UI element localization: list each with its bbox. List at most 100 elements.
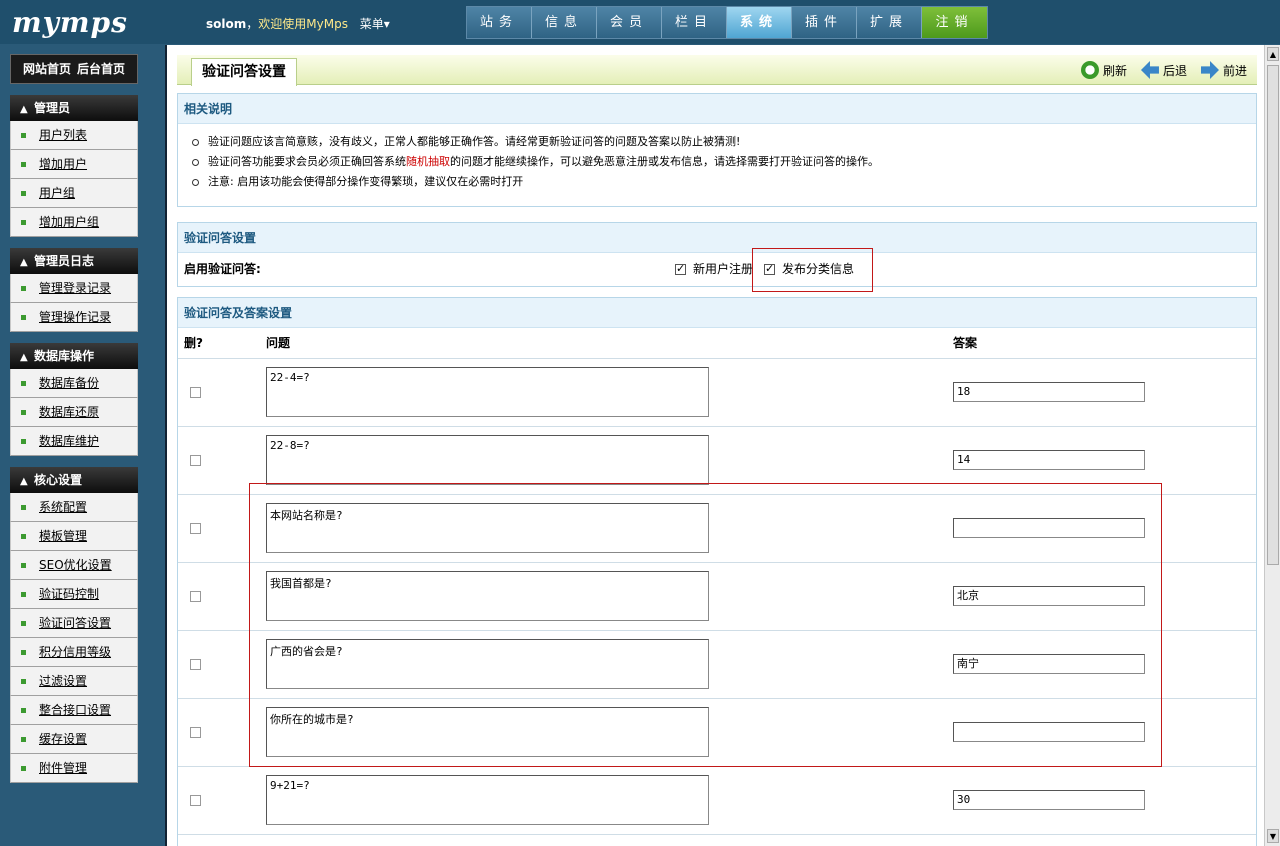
scroll-down-icon[interactable]: ▼ xyxy=(1267,829,1279,843)
refresh-icon xyxy=(1080,61,1099,79)
note-item: 验证问答功能要求会员必须正确回答系统随机抽取的问题才能继续操作，可以避免恶意注册… xyxy=(192,152,1256,172)
chevron-up-icon: ▲ xyxy=(20,352,28,363)
sidebar-item-captcha[interactable]: 验证码控制 xyxy=(10,580,138,609)
tab-logout[interactable]: 注销 xyxy=(922,7,987,38)
answer-input[interactable]: 南宁 xyxy=(953,654,1145,674)
sidebar-group-title[interactable]: ▲ 数据库操作 xyxy=(10,343,138,369)
scroll-thumb[interactable] xyxy=(1267,65,1279,565)
bullet-icon xyxy=(21,737,26,742)
sidebar-group-title[interactable]: ▲ 管理员 xyxy=(10,95,138,121)
delete-checkbox[interactable] xyxy=(190,659,201,670)
sidebar-item-template[interactable]: 模板管理 xyxy=(10,522,138,551)
sidebar-item-attachment[interactable]: 附件管理 xyxy=(10,754,138,783)
question-textarea[interactable]: 22-4=? xyxy=(266,367,709,417)
sidebar-item-operation-log[interactable]: 管理操作记录 xyxy=(10,303,138,332)
sidebar-item-user-list[interactable]: 用户列表 xyxy=(10,121,138,150)
register-checkbox[interactable] xyxy=(675,261,686,277)
back-button[interactable]: 后退 xyxy=(1140,61,1187,79)
tab-system[interactable]: 系统 xyxy=(727,7,792,38)
note-item: 注意: 启用该功能会使得部分操作变得繁琐，建议仅在必需时打开 xyxy=(192,172,1256,192)
scroll-up-icon[interactable]: ▲ xyxy=(1267,47,1279,61)
enable-qa-row: 启用验证问答: 新用户注册 发布分类信息 xyxy=(178,253,1256,285)
sidebar-group-core: ▲ 核心设置 系统配置 模板管理 SEO优化设置 验证码控制 验证问答设置 积分信… xyxy=(10,467,138,783)
answer-input[interactable]: 18 xyxy=(953,382,1145,402)
tab-station[interactable]: 站务 xyxy=(467,7,532,38)
col-question: 问题 xyxy=(266,336,291,350)
welcome-text: 欢迎使用MyMps xyxy=(258,17,348,31)
delete-checkbox[interactable] xyxy=(190,523,201,534)
bullet-icon xyxy=(21,191,26,196)
sidebar-item-db-maintain[interactable]: 数据库维护 xyxy=(10,427,138,456)
table-row: 广西的省会是? 南宁 xyxy=(178,631,1256,699)
sidebar-group-admin: ▲ 管理员 用户列表 增加用户 用户组 增加用户组 xyxy=(10,95,138,237)
arrow-right-icon xyxy=(1200,61,1219,79)
sidebar-item-cache[interactable]: 缓存设置 xyxy=(10,725,138,754)
sidebar-item-credit-level[interactable]: 积分信用等级 xyxy=(10,638,138,667)
delete-checkbox[interactable] xyxy=(190,591,201,602)
sidebar-item-qa-settings[interactable]: 验证问答设置 xyxy=(10,609,138,638)
question-textarea[interactable]: 你所在的城市是? xyxy=(266,707,709,757)
main-panel: 验证问答设置 刷新 后退 前进 相关说明 验证问题应该言简意赅，没有歧义，正常人… xyxy=(165,45,1264,846)
bullet-icon xyxy=(21,381,26,386)
sidebar-item-add-user[interactable]: 增加用户 xyxy=(10,150,138,179)
sidebar-group-title[interactable]: ▲ 核心设置 xyxy=(10,467,138,493)
site-home-link[interactable]: 网站首页 xyxy=(23,62,71,76)
answer-input[interactable]: 30 xyxy=(953,790,1145,810)
chevron-up-icon: ▲ xyxy=(20,257,28,268)
header-actions: 刷新 后退 前进 xyxy=(1080,61,1247,79)
delete-checkbox[interactable] xyxy=(190,387,201,398)
tab-extend[interactable]: 扩展 xyxy=(857,7,922,38)
logo: mymps xyxy=(12,6,128,39)
post-info-checkbox[interactable] xyxy=(764,261,775,277)
question-textarea[interactable]: 本网站名称是? xyxy=(266,503,709,553)
sidebar-item-login-log[interactable]: 管理登录记录 xyxy=(10,274,138,303)
sidebar-item-integration[interactable]: 整合接口设置 xyxy=(10,696,138,725)
answer-input[interactable]: 北京 xyxy=(953,586,1145,606)
tab-info[interactable]: 信息 xyxy=(532,7,597,38)
question-textarea[interactable]: 广西的省会是? xyxy=(266,639,709,689)
page-title: 验证问答设置 xyxy=(191,58,297,86)
sidebar-item-add-user-group[interactable]: 增加用户组 xyxy=(10,208,138,237)
chevron-up-icon: ▲ xyxy=(20,476,28,487)
sidebar-item-db-restore[interactable]: 数据库还原 xyxy=(10,398,138,427)
sidebar-item-filter[interactable]: 过滤设置 xyxy=(10,667,138,696)
sidebar-item-system-config[interactable]: 系统配置 xyxy=(10,493,138,522)
main-nav-tabs: 站务 信息 会员 栏目 系统 插件 扩展 注销 xyxy=(466,6,988,39)
bullet-icon xyxy=(21,534,26,539)
vertical-scrollbar[interactable]: ▲ ▼ xyxy=(1264,45,1280,846)
menu-dropdown[interactable]: 菜单▾ xyxy=(360,17,390,31)
question-textarea[interactable]: 我国首都是? xyxy=(266,571,709,621)
bullet-icon xyxy=(21,315,26,320)
admin-home-link[interactable]: 后台首页 xyxy=(77,62,125,76)
option-post-info[interactable]: 发布分类信息 xyxy=(764,253,854,285)
bullet-icon xyxy=(21,708,26,713)
tab-plugin[interactable]: 插件 xyxy=(792,7,857,38)
delete-checkbox[interactable] xyxy=(190,727,201,738)
table-row: 我国首都是? 北京 xyxy=(178,563,1256,631)
question-textarea[interactable]: 22-8=? xyxy=(266,435,709,485)
notes-title: 相关说明 xyxy=(178,94,1256,124)
tab-member[interactable]: 会员 xyxy=(597,7,662,38)
answer-input[interactable] xyxy=(953,518,1145,538)
notes-box: 相关说明 验证问题应该言简意赅，没有歧义，正常人都能够正确作答。请经常更新验证问… xyxy=(177,93,1257,207)
circle-bullet-icon xyxy=(192,178,199,186)
delete-checkbox[interactable] xyxy=(190,455,201,466)
sidebar-group-title[interactable]: ▲ 管理员日志 xyxy=(10,248,138,274)
sidebar-item-db-backup[interactable]: 数据库备份 xyxy=(10,369,138,398)
forward-button[interactable]: 前进 xyxy=(1200,61,1247,79)
table-row: 22-8=? 14 xyxy=(178,427,1256,495)
sidebar-group-admin-log: ▲ 管理员日志 管理登录记录 管理操作记录 xyxy=(10,248,138,332)
answer-input[interactable] xyxy=(953,722,1145,742)
top-bar: mymps solom，欢迎使用MyMps 菜单▾ 站务 信息 会员 栏目 系统… xyxy=(0,0,1280,44)
answer-input[interactable]: 14 xyxy=(953,450,1145,470)
tab-column[interactable]: 栏目 xyxy=(662,7,727,38)
sidebar-item-user-group[interactable]: 用户组 xyxy=(10,179,138,208)
table-row: 22-4=? 18 xyxy=(178,359,1256,427)
delete-checkbox[interactable] xyxy=(190,795,201,806)
refresh-button[interactable]: 刷新 xyxy=(1080,61,1127,79)
bullet-icon xyxy=(21,410,26,415)
question-textarea[interactable]: 9+21=? xyxy=(266,775,709,825)
sidebar-item-seo[interactable]: SEO优化设置 xyxy=(10,551,138,580)
enable-qa-label: 启用验证问答: xyxy=(184,262,261,276)
option-register[interactable]: 新用户注册 xyxy=(675,253,753,285)
